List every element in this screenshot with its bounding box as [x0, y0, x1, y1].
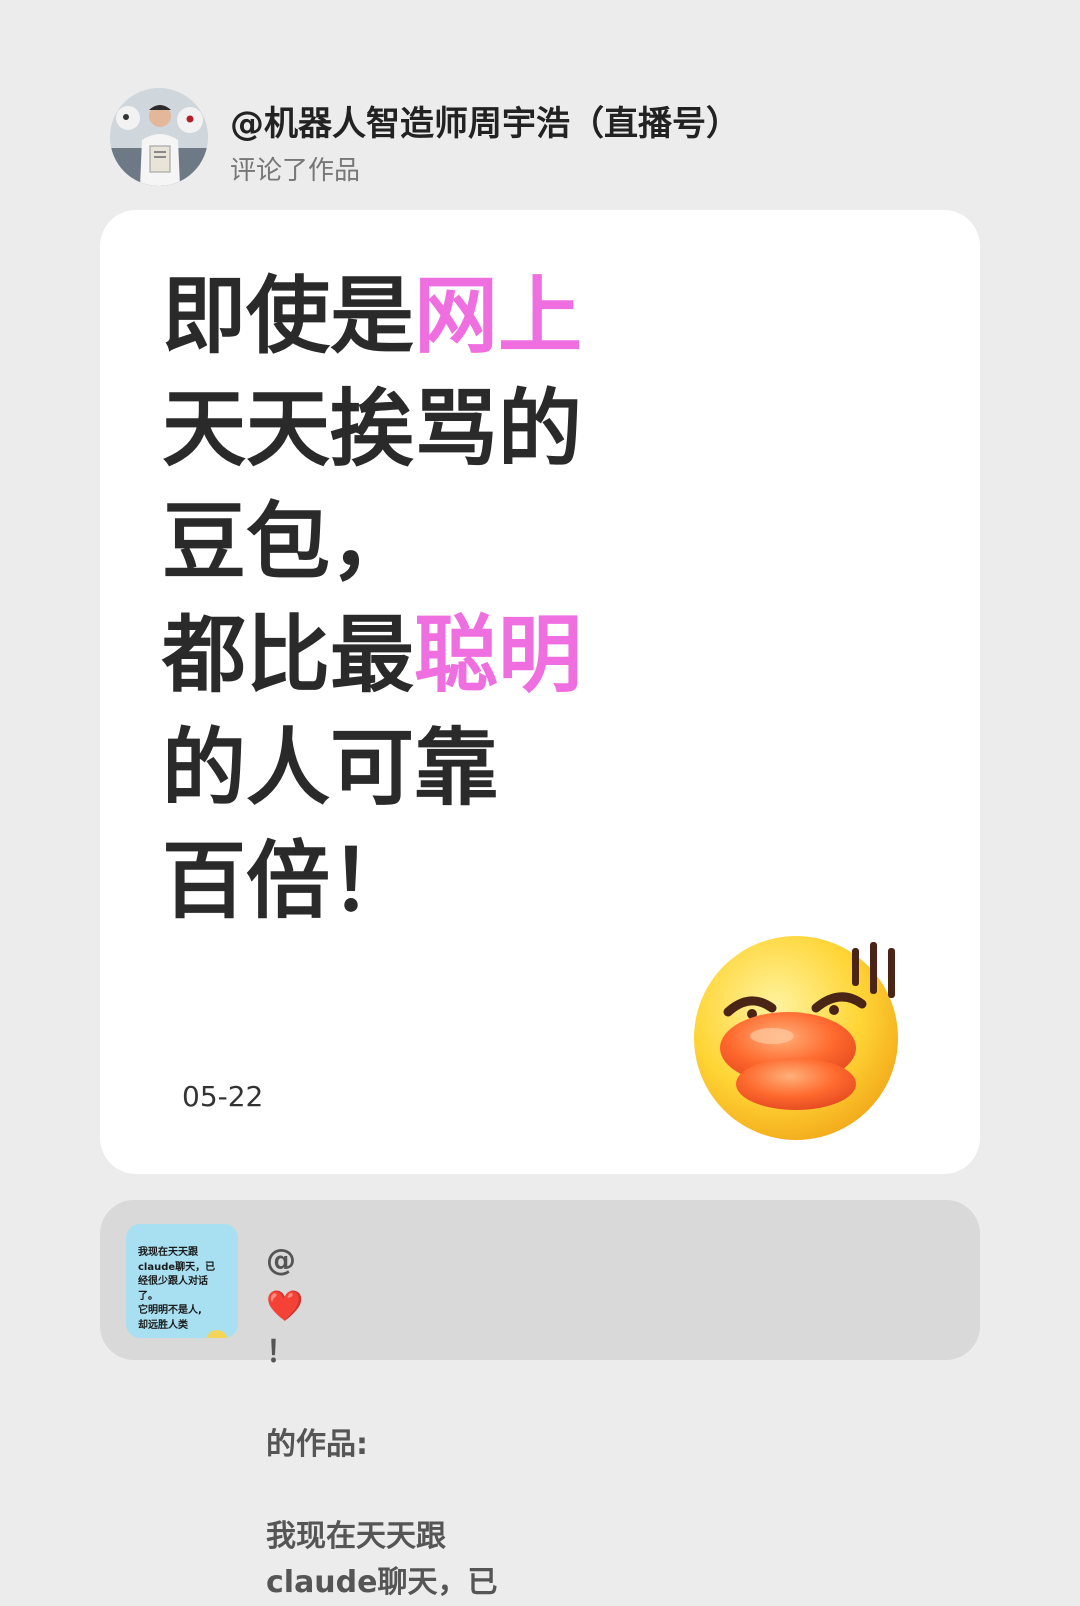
- comment-highlight: 聪明: [414, 606, 583, 704]
- work-author-suffix: ！: [266, 1335, 296, 1370]
- comment-text: 即使是网上 天天挨骂的 豆包， 都比最聪明 的人可靠 百倍！: [162, 260, 682, 938]
- comment-segment: 豆包，: [162, 493, 415, 591]
- work-label: 的作品:: [266, 1427, 368, 1462]
- comment-highlight: 网上: [414, 267, 583, 365]
- comment-segment: 百倍！: [162, 832, 415, 930]
- comment-card: 即使是网上 天天挨骂的 豆包， 都比最聪明 的人可靠 百倍！ 05-22: [100, 210, 980, 1174]
- thumbnail-text: 我现在天天跟 claude聊天，已 经很少跟人对话 了。 它明明不是人, 却远胜…: [138, 1246, 234, 1333]
- comment-header: @机器人智造师周宇浩（直播号） 评论了作品: [110, 88, 1010, 188]
- referenced-work-card[interactable]: 我现在天天跟 claude聊天，已 经很少跟人对话 了。 它明明不是人, 却远胜…: [100, 1200, 980, 1600]
- comment-segment: 即使是: [162, 267, 415, 365]
- thumbnail-line: 我现在天天跟: [138, 1247, 198, 1258]
- heart-icon: ❤️: [266, 1289, 304, 1324]
- thumbnail-line: 它明明不是人,: [138, 1305, 202, 1316]
- comment-line: 的人可靠: [162, 712, 682, 825]
- comment-line: 百倍！: [162, 825, 682, 938]
- work-author[interactable]: @: [266, 1238, 498, 1284]
- work-thumbnail[interactable]: 我现在天天跟 claude聊天，已 经很少跟人对话 了。 它明明不是人, 却远胜…: [126, 1224, 238, 1338]
- thumbnail-line: claude聊天，已: [138, 1261, 216, 1273]
- work-excerpt: 我现在天天跟: [266, 1519, 446, 1554]
- referenced-work-text: @ ❤️ ！ 的作品: 我现在天天跟 claude聊天，已: [266, 1238, 498, 1606]
- comment-segment: 天天挨骂的: [162, 380, 583, 478]
- comment-line: 天天挨骂的: [162, 373, 682, 486]
- username[interactable]: @机器人智造师周宇浩（直播号）: [230, 96, 740, 145]
- work-excerpt-line: claude聊天，已: [266, 1565, 498, 1600]
- comment-date: 05-22: [182, 1080, 264, 1113]
- comment-segment: 的人可靠: [162, 719, 499, 817]
- comment-line: 都比最聪明: [162, 599, 682, 712]
- action-label: 评论了作品: [230, 156, 361, 186]
- thumbnail-line: 了。: [138, 1290, 158, 1302]
- comment-line: 豆包，: [162, 486, 682, 599]
- avatar[interactable]: [110, 88, 208, 186]
- comment-line: 即使是网上: [162, 260, 682, 373]
- thumbnail-line: 经很少跟人对话: [138, 1276, 208, 1287]
- work-title-line: @ ❤️ ！ 的作品: 我现在天天跟: [266, 1238, 498, 1560]
- duck-lips-emoji-icon: [692, 930, 914, 1140]
- comment-segment: 都比最: [162, 606, 415, 704]
